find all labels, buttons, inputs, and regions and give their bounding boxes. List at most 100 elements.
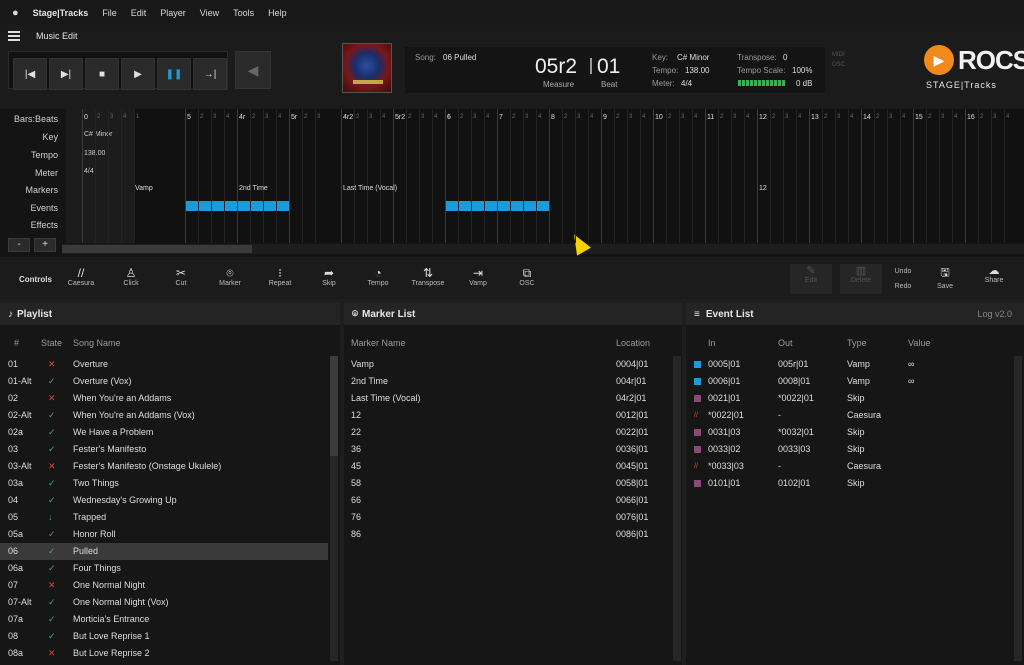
- undo-button[interactable]: Undo: [882, 268, 924, 275]
- apple-icon[interactable]: ●: [12, 7, 19, 19]
- marker-row[interactable]: 36 0036|01: [344, 441, 670, 458]
- marker-row[interactable]: 76 0076|01: [344, 509, 670, 526]
- volume-button[interactable]: ◀: [235, 51, 271, 89]
- timeline[interactable]: C# Minor 138.00 4/4 - + Bars:BeatsKeyTem…: [0, 109, 1024, 257]
- playlist-row[interactable]: 05 ↓ Trapped: [0, 509, 328, 526]
- marker-row[interactable]: 22 0022|01: [344, 424, 670, 441]
- playlist-row[interactable]: 03 ✓ Fester's Manifesto: [0, 441, 328, 458]
- menu-tools[interactable]: Tools: [233, 8, 254, 18]
- event-row[interactable]: // *0022|01 - Caesura: [686, 407, 1012, 424]
- playlist-row[interactable]: 06 ✓ Pulled: [0, 543, 328, 560]
- timeline-scrollbar[interactable]: [62, 244, 1024, 254]
- playlist-row[interactable]: 08a ✕ But Love Reprise 2: [0, 645, 328, 662]
- marker-row[interactable]: 12 0012|01: [344, 407, 670, 424]
- control-marker[interactable]: ⌾ Marker: [210, 266, 250, 287]
- timeline-marker[interactable]: 12: [759, 185, 767, 192]
- playlist-row[interactable]: 02-Alt ✓ When You're an Addams (Vox): [0, 407, 328, 424]
- next-button[interactable]: ▶|: [49, 58, 83, 90]
- playlist-scroll-thumb[interactable]: [330, 356, 338, 456]
- song-number: 07-Alt: [8, 597, 32, 607]
- not-ready-icon: ✕: [48, 393, 56, 403]
- control-osc[interactable]: ⧉ OSC: [507, 266, 547, 287]
- event-row[interactable]: 0006|01 0008|01 Vamp ∞: [686, 373, 1012, 390]
- marker-row[interactable]: 86 0086|01: [344, 526, 670, 543]
- delete-button[interactable]: ▥ Delete: [840, 264, 882, 294]
- control-tempo[interactable]: ◔ Tempo: [358, 266, 398, 287]
- stop-button[interactable]: ■: [85, 58, 119, 90]
- marker-row[interactable]: 66 0066|01: [344, 492, 670, 509]
- control-label: Marker: [219, 280, 241, 287]
- col-state: State: [41, 338, 63, 348]
- event-row[interactable]: 0005|01 005r|01 Vamp ∞: [686, 356, 1012, 373]
- marker-location: 0076|01: [616, 512, 649, 522]
- pause-button[interactable]: ❚❚: [157, 58, 191, 90]
- redo-button[interactable]: Redo: [882, 283, 924, 290]
- timeline-marker[interactable]: Vamp: [135, 185, 153, 192]
- playlist-row[interactable]: 02a ✓ We Have a Problem: [0, 424, 328, 441]
- menu-view[interactable]: View: [200, 8, 219, 18]
- event-row[interactable]: // *0033|03 - Caesura: [686, 458, 1012, 475]
- marker-scrollbar[interactable]: [673, 356, 681, 661]
- event-row[interactable]: 0033|02 0033|03 Skip: [686, 441, 1012, 458]
- control-skip[interactable]: ➦ Skip: [309, 266, 349, 287]
- playlist-row[interactable]: 07-Alt ✓ One Normal Night (Vox): [0, 594, 328, 611]
- beat-line: [367, 109, 368, 243]
- timeline-marker[interactable]: Last Time (Vocal): [343, 185, 397, 192]
- playlist-row[interactable]: 06a ✓ Four Things: [0, 560, 328, 577]
- control-cut[interactable]: ✂ Cut: [161, 266, 201, 287]
- marker-row[interactable]: Last Time (Vocal) 04r2|01: [344, 390, 670, 407]
- play-button[interactable]: ▶: [121, 58, 155, 90]
- playlist-row[interactable]: 04 ✓ Wednesday's Growing Up: [0, 492, 328, 509]
- beat-line: [692, 109, 693, 243]
- beat-number: 4: [486, 114, 490, 120]
- share-button[interactable]: ☁ Share: [973, 264, 1015, 294]
- playlist-row[interactable]: 01 ✕ Overture: [0, 356, 328, 373]
- event-type: Skip: [847, 427, 865, 437]
- control-caesura[interactable]: //Caesura: [61, 266, 101, 287]
- bar-number: 4r: [239, 114, 246, 121]
- playlist-row[interactable]: 03a ✓ Two Things: [0, 475, 328, 492]
- event-out: *0032|01: [778, 427, 814, 437]
- control-transpose[interactable]: ⇅ Transpose: [408, 266, 448, 287]
- beat-line: [523, 109, 524, 243]
- marker-row[interactable]: Vamp 0004|01: [344, 356, 670, 373]
- bar-number: 15: [915, 114, 923, 121]
- skip-start-button[interactable]: |◀: [13, 58, 47, 90]
- zoom-in-button[interactable]: +: [34, 238, 56, 252]
- playlist-row[interactable]: 05a ✓ Honor Roll: [0, 526, 328, 543]
- event-row[interactable]: 0031|03 *0032|01 Skip: [686, 424, 1012, 441]
- save-button[interactable]: 🖫 Save: [924, 264, 966, 294]
- menu-edit[interactable]: Edit: [131, 8, 147, 18]
- zoom-out-button[interactable]: -: [8, 238, 30, 252]
- playlist-scrollbar[interactable]: [330, 356, 338, 661]
- event-type: Skip: [847, 444, 865, 454]
- hamburger-menu-icon[interactable]: [8, 31, 20, 41]
- control-click[interactable]: ♙ Click: [111, 266, 151, 287]
- playlist-row[interactable]: 07 ✕ One Normal Night: [0, 577, 328, 594]
- event-scrollbar[interactable]: [1014, 356, 1022, 661]
- edit-button[interactable]: ✎ Edit: [790, 264, 832, 294]
- beat-line: [510, 109, 511, 243]
- skip-forward-button[interactable]: →|: [193, 58, 227, 90]
- marker-row[interactable]: 2nd Time 004r|01: [344, 373, 670, 390]
- playlist-row[interactable]: 02 ✕ When You're an Addams: [0, 390, 328, 407]
- playlist-row[interactable]: 01-Alt ✓ Overture (Vox): [0, 373, 328, 390]
- marker-row[interactable]: 45 0045|01: [344, 458, 670, 475]
- control-repeat[interactable]: ⁝ Repeat: [260, 266, 300, 287]
- db-value: 0 dB: [796, 79, 813, 88]
- timeline-scroll-thumb[interactable]: [62, 245, 252, 253]
- playlist-row[interactable]: 08 ✓ But Love Reprise 1: [0, 628, 328, 645]
- marker-row[interactable]: 58 0058|01: [344, 475, 670, 492]
- timeline-marker[interactable]: 2nd Time: [239, 185, 268, 192]
- control-vamp[interactable]: ⇥ Vamp: [458, 266, 498, 287]
- menu-app[interactable]: Stage|Tracks: [33, 8, 89, 18]
- event-row[interactable]: 0021|01 *0022|01 Skip: [686, 390, 1012, 407]
- playlist-row[interactable]: 03-Alt ✕ Fester's Manifesto (Onstage Ukule…: [0, 458, 328, 475]
- menu-file[interactable]: File: [102, 8, 117, 18]
- beat-number: 2: [97, 114, 101, 120]
- menu-help[interactable]: Help: [268, 8, 287, 18]
- timeline-grid[interactable]: [66, 109, 1024, 243]
- playlist-row[interactable]: 07a ✓ Morticia's Entrance: [0, 611, 328, 628]
- event-row[interactable]: 0101|01 0102|01 Skip: [686, 475, 1012, 492]
- menu-player[interactable]: Player: [160, 8, 186, 18]
